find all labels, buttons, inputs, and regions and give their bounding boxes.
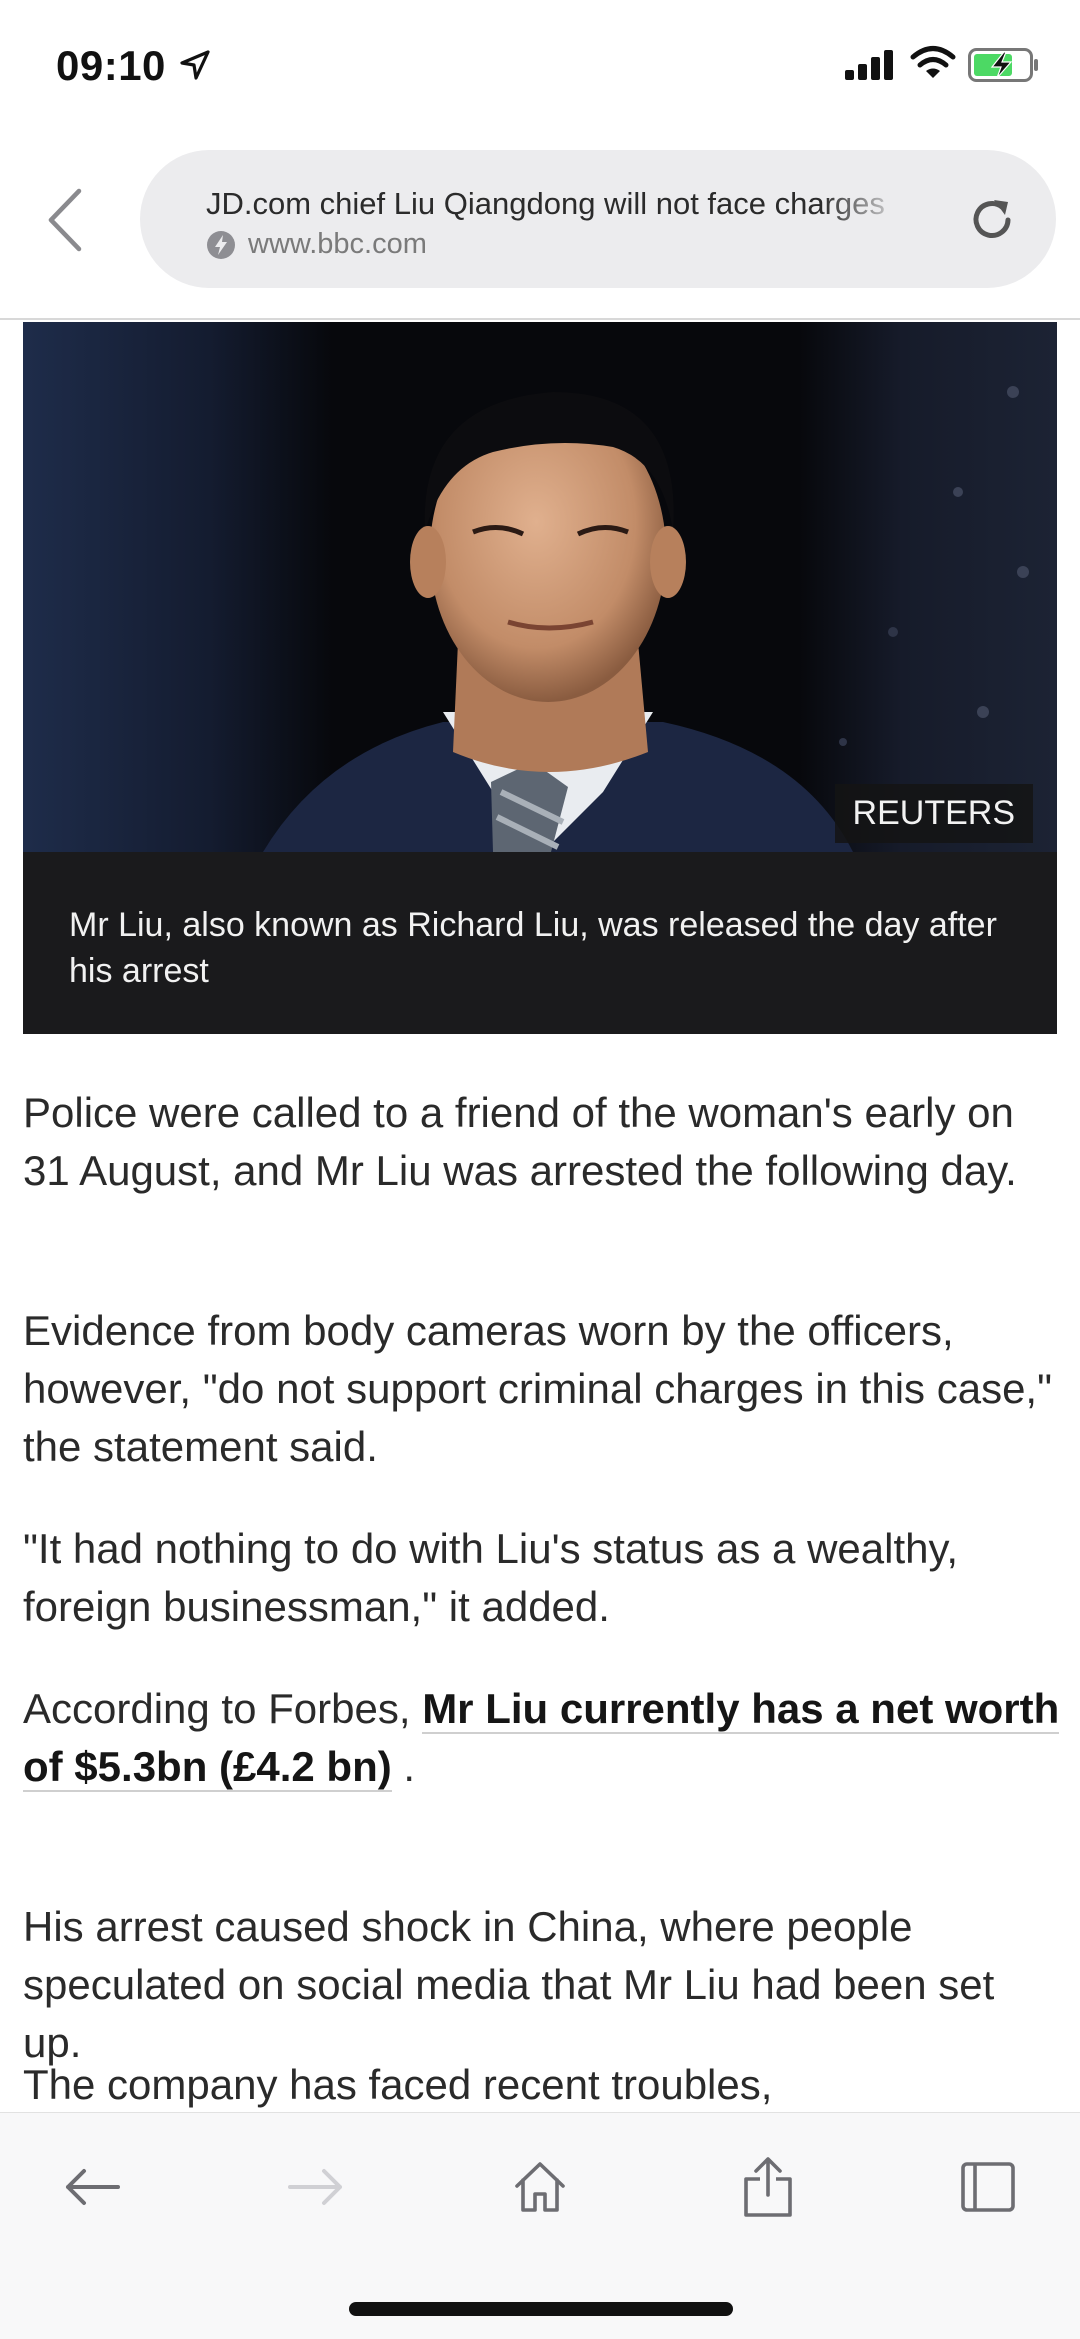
status-bar: 09:10 <box>0 0 1080 140</box>
amp-bolt-icon <box>207 230 235 259</box>
status-time: 09:10 <box>56 42 166 89</box>
article-content: REUTERS Mr Liu, also known as Richard Li… <box>0 322 1080 2112</box>
portrait-photo <box>23 322 1057 852</box>
battery-charging-icon <box>968 48 1038 82</box>
toolbar-tabs-button[interactable] <box>952 2151 1024 2223</box>
toolbar-back-button[interactable] <box>56 2151 128 2223</box>
article-paragraph: Police were called to a friend of the wo… <box>23 1089 1017 1194</box>
chevron-left-icon <box>48 188 82 252</box>
reload-icon[interactable] <box>964 192 1020 248</box>
toolbar-home-button[interactable] <box>504 2151 576 2223</box>
domain-row: www.bbc.com <box>206 228 427 261</box>
back-arrow-icon <box>66 2169 120 2205</box>
location-arrow-icon <box>180 50 210 80</box>
page-title: JD.com chief Liu Qiangdong will not face… <box>206 186 885 221</box>
toolbar-forward-button[interactable] <box>280 2151 352 2223</box>
paragraph-text: . <box>391 1743 416 1790</box>
home-indicator <box>349 2302 733 2316</box>
image-caption-box: Mr Liu, also known as Richard Liu, was r… <box>23 852 1057 1034</box>
article-paragraph: Evidence from body cameras worn by the o… <box>23 1307 1052 1470</box>
browser-nav-bar: JD.com chief Liu Qiangdong will not face… <box>0 140 1080 320</box>
article-paragraph-forbes: According to Forbes, Mr Liu currently ha… <box>23 1680 1063 1796</box>
article-paragraph: His arrest caused shock in China, where … <box>23 1903 995 2066</box>
image-credit: REUTERS <box>834 784 1033 843</box>
article-paragraph: "It had nothing to do with Liu's status … <box>23 1525 959 1630</box>
image-caption: Mr Liu, also known as Richard Liu, was r… <box>69 906 997 990</box>
wifi-icon <box>910 46 956 78</box>
address-bar[interactable]: JD.com chief Liu Qiangdong will not face… <box>140 150 1056 288</box>
article-hero-image: REUTERS <box>23 322 1057 852</box>
back-chevron-button[interactable] <box>40 180 90 260</box>
article-paragraph: The company has faced recent troubles, <box>23 2061 773 2108</box>
page-domain: www.bbc.com <box>248 228 427 260</box>
forward-arrow-icon <box>288 2169 342 2205</box>
home-icon <box>515 2162 565 2212</box>
toolbar-share-button[interactable] <box>732 2151 804 2223</box>
signal-bars-icon <box>845 50 893 80</box>
tabs-icon <box>961 2162 1015 2212</box>
share-icon <box>744 2157 792 2217</box>
paragraph-text: According to Forbes, <box>23 1685 423 1732</box>
